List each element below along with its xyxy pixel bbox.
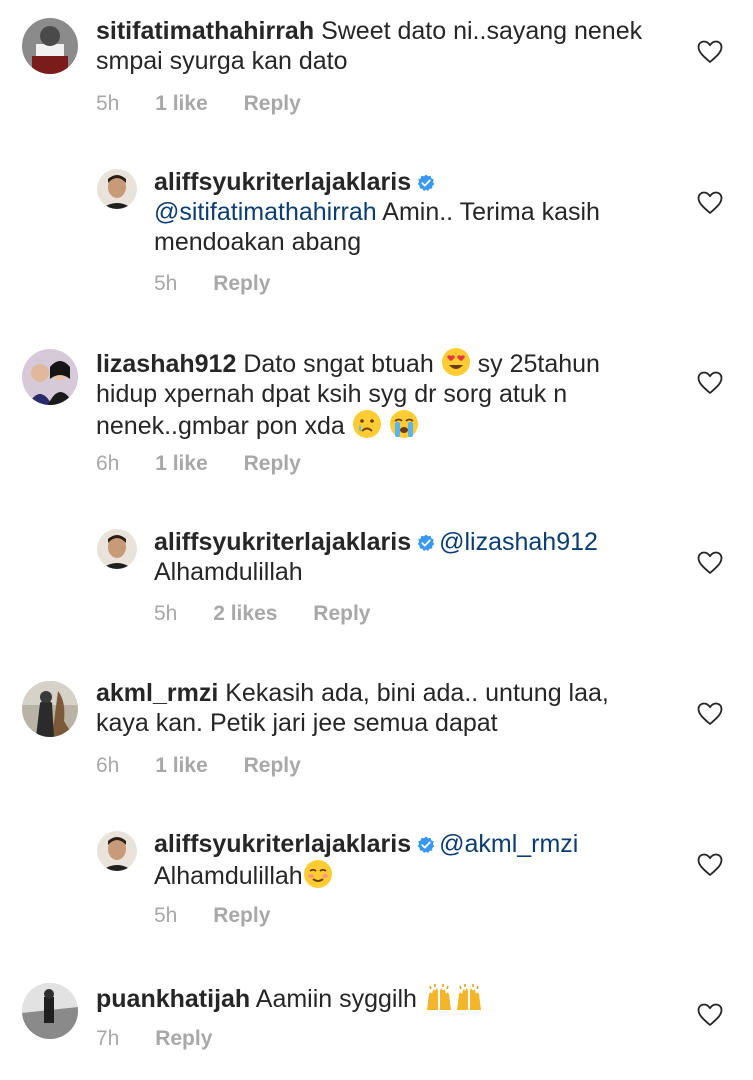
raising-hands-emoji-icon <box>456 984 481 1010</box>
comment-body: Aamiin syggilh <box>255 985 417 1013</box>
comment-username[interactable]: sitifatimathahirrah <box>96 17 314 45</box>
comment-username[interactable]: akml_rmzi <box>96 679 218 707</box>
comment-meta: 5h Reply <box>154 272 300 296</box>
comment-text: aliffsyukriterlajaklaris @lizashah912 Alh… <box>154 527 654 587</box>
heart-icon[interactable] <box>697 371 723 395</box>
heart-icon[interactable] <box>697 40 723 64</box>
reply-button[interactable]: Reply <box>155 1027 212 1050</box>
likes-count[interactable]: 2 likes <box>213 602 277 625</box>
comment-body: Alhamdulillah <box>154 558 303 586</box>
heart-icon[interactable] <box>697 702 723 726</box>
avatar[interactable] <box>97 831 137 871</box>
comment-time: 5h <box>96 92 120 115</box>
avatar[interactable] <box>22 349 78 405</box>
loudly-crying-face-emoji-icon <box>389 410 418 438</box>
comment-meta: 6h 1 like Reply <box>96 754 331 778</box>
avatar[interactable] <box>22 983 78 1039</box>
avatar[interactable] <box>22 681 78 737</box>
reply-item: aliffsyukriterlajaklaris @lizashah912 Alh… <box>0 520 753 640</box>
comment-text: aliffsyukriterlajaklaris @akml_rmzi Alham… <box>154 829 654 891</box>
mention-link[interactable]: @lizashah912 <box>439 528 598 556</box>
smiling-face-emoji-icon <box>303 860 332 888</box>
mention-link[interactable]: @sitifatimathahirrah <box>154 198 377 226</box>
reply-button[interactable]: Reply <box>244 92 301 115</box>
comment-username[interactable]: aliffsyukriterlajaklaris <box>154 830 411 858</box>
likes-count[interactable]: 1 like <box>155 452 208 475</box>
likes-count[interactable]: 1 like <box>155 92 208 115</box>
comment-body: Alhamdulillah <box>154 862 303 890</box>
comment-item: sitifatimathahirrah Sweet dato ni..sayan… <box>0 0 753 130</box>
comment-text: akml_rmzi Kekasih ada, bini ada.. untung… <box>96 678 656 738</box>
comment-meta: 6h 1 like Reply <box>96 452 331 476</box>
comment-username[interactable]: lizashah912 <box>96 350 236 378</box>
mention-link[interactable]: @akml_rmzi <box>439 830 578 858</box>
avatar[interactable] <box>97 169 137 209</box>
comment-username[interactable]: aliffsyukriterlajaklaris <box>154 528 411 556</box>
comment-time: 6h <box>96 754 120 777</box>
comment-time: 6h <box>96 452 120 475</box>
heart-icon[interactable] <box>697 191 723 215</box>
heart-eyes-emoji-icon <box>441 348 470 376</box>
crying-face-emoji-icon <box>352 410 381 438</box>
reply-button[interactable]: Reply <box>213 904 270 927</box>
heart-icon[interactable] <box>697 551 723 575</box>
comment-item: akml_rmzi Kekasih ada, bini ada.. untung… <box>0 670 753 790</box>
avatar[interactable] <box>97 529 137 569</box>
comment-item: lizashah912 Dato sngat btuah sy 25tahun … <box>0 340 753 490</box>
comment-time: 5h <box>154 272 178 295</box>
avatar[interactable] <box>22 18 78 74</box>
reply-button[interactable]: Reply <box>313 602 370 625</box>
comment-time: 7h <box>96 1027 120 1050</box>
comment-text: lizashah912 Dato sngat btuah sy 25tahun … <box>96 347 656 441</box>
comment-item: puankhatijah Aamiin syggilh 7h Reply <box>0 975 753 1080</box>
reply-button[interactable]: Reply <box>213 272 270 295</box>
comment-meta: 5h Reply <box>154 904 300 928</box>
verified-badge-icon <box>417 534 435 552</box>
heart-icon[interactable] <box>697 1003 723 1027</box>
comment-text: aliffsyukriterlajaklaris @sitifatimathah… <box>154 167 654 257</box>
reply-item: aliffsyukriterlajaklaris @akml_rmzi Alham… <box>0 822 753 942</box>
comment-body: Dato sngat btuah <box>243 350 434 378</box>
comment-time: 5h <box>154 904 178 927</box>
comment-meta: 7h Reply <box>96 1027 242 1051</box>
comment-text: puankhatijah Aamiin syggilh <box>96 982 656 1014</box>
likes-count[interactable]: 1 like <box>155 754 208 777</box>
reply-button[interactable]: Reply <box>244 754 301 777</box>
reply-button[interactable]: Reply <box>244 452 301 475</box>
comment-meta: 5h 2 likes Reply <box>154 602 400 626</box>
raising-hands-emoji-icon <box>426 984 451 1010</box>
verified-badge-icon <box>417 174 435 192</box>
comment-username[interactable]: puankhatijah <box>96 985 250 1013</box>
reply-item: aliffsyukriterlajaklaris @sitifatimathah… <box>0 160 753 310</box>
verified-badge-icon <box>417 836 435 854</box>
heart-icon[interactable] <box>697 853 723 877</box>
comment-time: 5h <box>154 602 178 625</box>
comment-username[interactable]: aliffsyukriterlajaklaris <box>154 168 411 196</box>
comment-text: sitifatimathahirrah Sweet dato ni..sayan… <box>96 16 656 76</box>
comment-meta: 5h 1 like Reply <box>96 92 331 116</box>
